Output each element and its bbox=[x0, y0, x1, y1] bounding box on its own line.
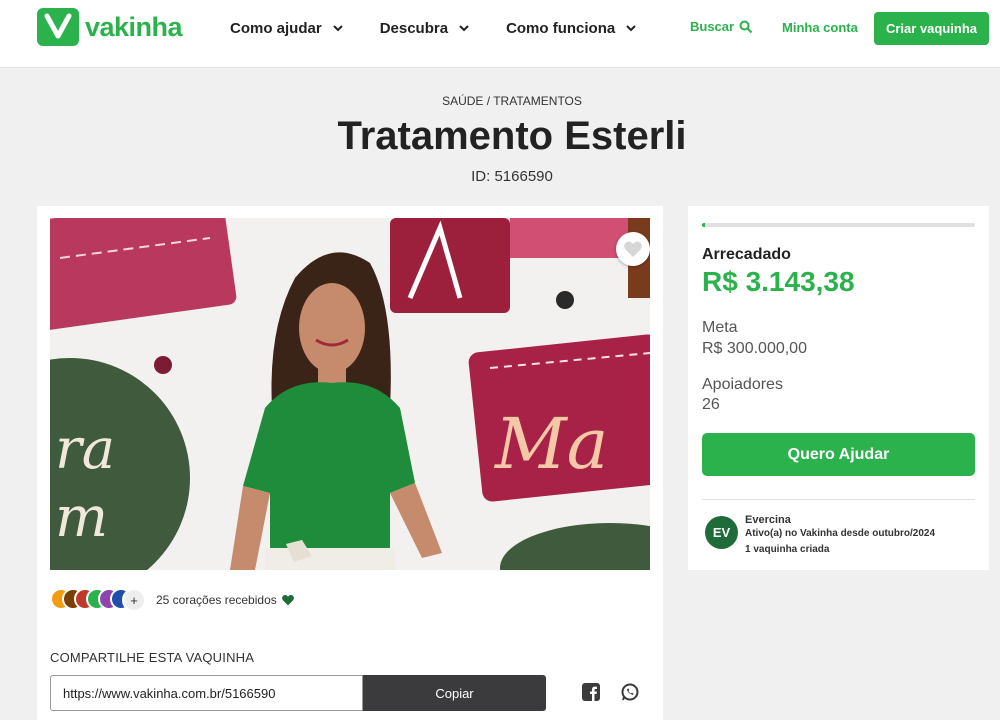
svg-text:Ma: Ma bbox=[493, 403, 608, 485]
nav-label: Como funciona bbox=[506, 19, 616, 37]
whatsapp-share-icon[interactable] bbox=[621, 683, 639, 706]
heart-icon bbox=[624, 241, 642, 257]
nav-label: Descubra bbox=[379, 19, 449, 37]
supporter-avatars: + bbox=[50, 588, 146, 612]
svg-text:ra: ra bbox=[55, 417, 115, 482]
campaign-photo-illustration: ra m Ma bbox=[50, 218, 650, 570]
goal-amount: R$ 300.000,00 bbox=[702, 340, 807, 357]
my-account-link[interactable]: Minha conta bbox=[782, 20, 858, 35]
nav-como-ajudar[interactable]: Como ajudar bbox=[230, 20, 344, 37]
raised-label: Arrecadado bbox=[702, 246, 791, 263]
nav-descubra[interactable]: Descubra bbox=[380, 20, 470, 37]
supporters-label: Apoiadores bbox=[702, 376, 783, 393]
more-supporters[interactable]: + bbox=[122, 588, 146, 612]
vakinha-logo[interactable]: vakinha bbox=[37, 8, 183, 46]
share-url-field[interactable] bbox=[50, 675, 363, 711]
hearts-count-text: 25 corações recebidos bbox=[156, 593, 277, 607]
copy-button[interactable]: Copiar bbox=[363, 675, 546, 711]
favorite-heart-button[interactable] bbox=[616, 232, 650, 266]
chevron-down-icon bbox=[332, 25, 343, 32]
green-heart-icon bbox=[281, 595, 294, 606]
share-title: COMPARTILHE ESTA VAQUINHA bbox=[50, 650, 255, 665]
goal-label: Meta bbox=[702, 319, 738, 336]
search-label: Buscar bbox=[690, 19, 735, 34]
campaign-photo: ra m Ma bbox=[50, 218, 650, 570]
category-breadcrumb[interactable]: SAÚDE / TRATAMENTOS bbox=[0, 94, 1000, 108]
organizer-since: Ativo(a) no Vakinha desde outubro/2024 bbox=[745, 528, 936, 539]
divider bbox=[702, 499, 975, 500]
chevron-down-icon bbox=[626, 25, 636, 32]
organizer-campaign-count: 1 vaquinha criada bbox=[745, 544, 830, 555]
nav-label: Como ajudar bbox=[230, 19, 322, 37]
logo-mark-icon bbox=[37, 8, 79, 46]
top-header: vakinha Como ajudar Descubra Como funcio… bbox=[0, 0, 1000, 68]
create-campaign-button[interactable]: Criar vaquinha bbox=[874, 12, 989, 45]
campaign-media-card: ra m Ma + 25 corações recebidos COMPARTI… bbox=[37, 206, 663, 720]
nav-como-funciona[interactable]: Como funciona bbox=[506, 20, 637, 37]
supporters-count: 26 bbox=[702, 396, 720, 413]
hearts-text-wrap: 25 corações recebidos bbox=[146, 593, 295, 607]
search-icon bbox=[739, 20, 753, 33]
svg-text:m: m bbox=[55, 485, 108, 550]
progress-fill bbox=[702, 223, 705, 227]
raised-amount: R$ 3.143,38 bbox=[702, 266, 855, 297]
page-title: Tratamento Esterli bbox=[337, 114, 687, 158]
hearts-received-row[interactable]: + 25 corações recebidos bbox=[50, 588, 295, 612]
organizer-name[interactable]: Evercina bbox=[745, 514, 791, 526]
logo-text: vakinha bbox=[85, 11, 183, 42]
campaign-stats-card: Arrecadado R$ 3.143,38 Meta R$ 300.000,0… bbox=[688, 206, 989, 570]
funding-progress-bar bbox=[702, 223, 975, 227]
main-nav: Como ajudar Descubra Como funciona bbox=[230, 0, 673, 56]
facebook-share-icon[interactable] bbox=[582, 683, 600, 706]
organizer-avatar[interactable]: EV bbox=[705, 516, 738, 549]
chevron-down-icon bbox=[459, 25, 469, 32]
campaign-id: ID: 5166590 bbox=[471, 168, 553, 185]
search-link[interactable]: Buscar bbox=[690, 19, 753, 34]
donate-button[interactable]: Quero Ajudar bbox=[702, 433, 975, 476]
